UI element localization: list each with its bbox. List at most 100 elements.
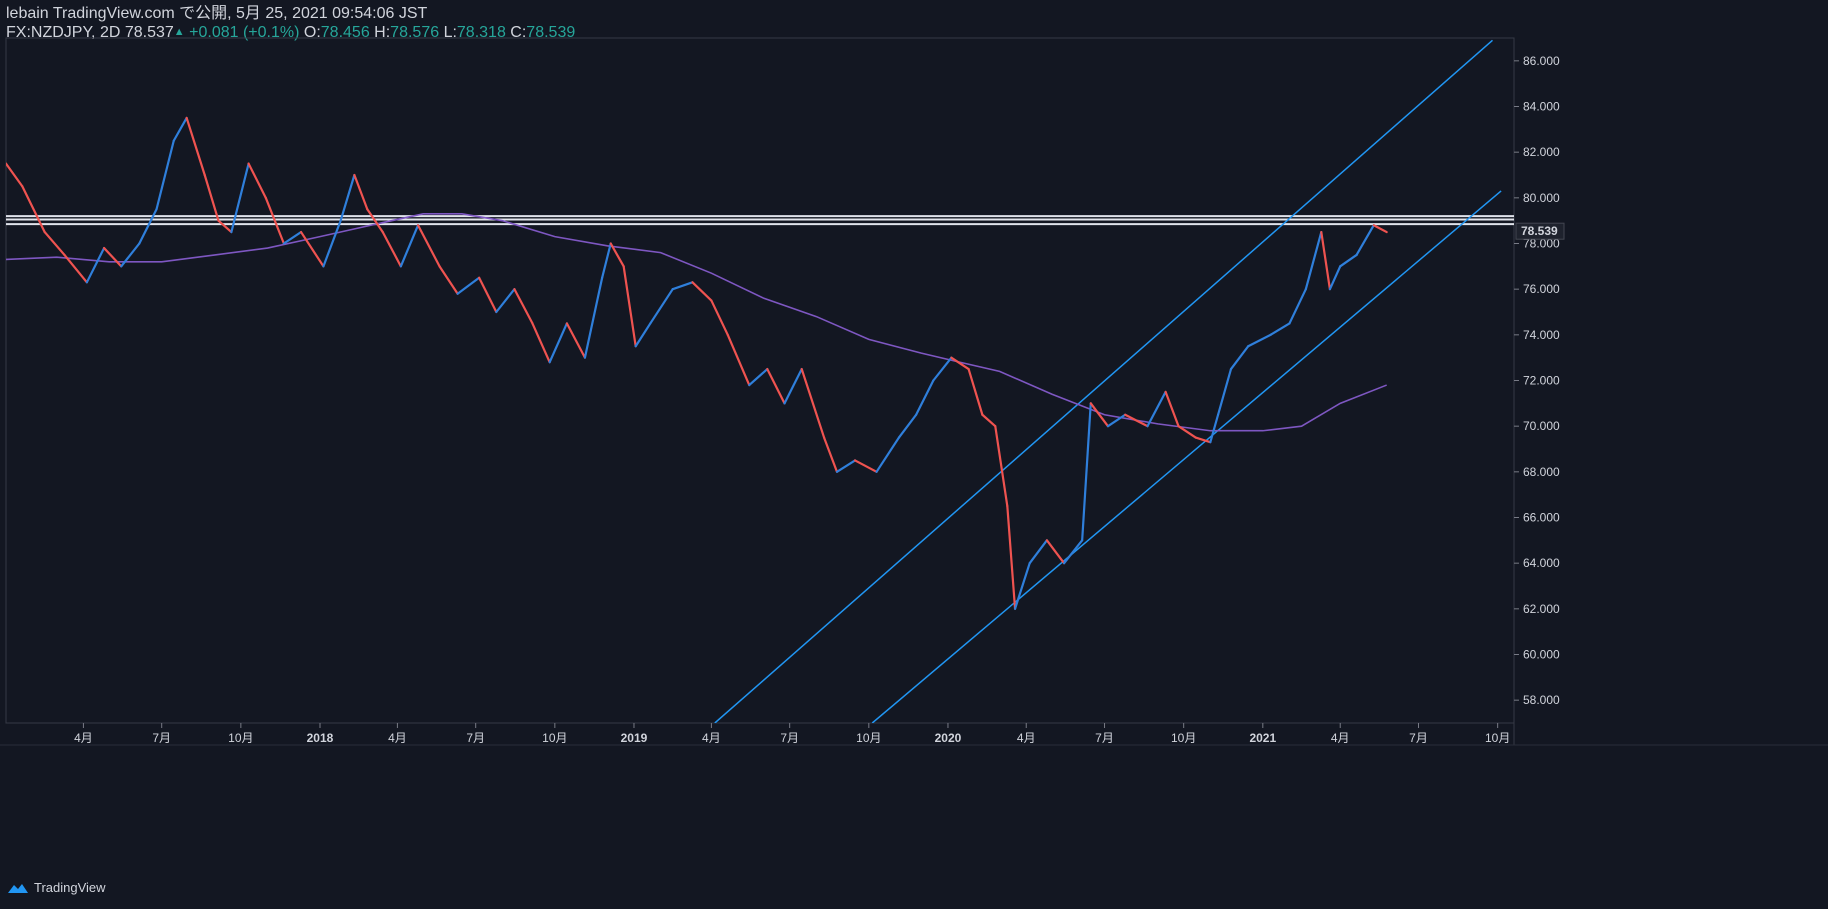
y-tick-label: 76.000 [1523, 282, 1560, 296]
x-tick-label: 10月 [1171, 731, 1196, 745]
x-tick-label: 2021 [1249, 731, 1276, 745]
price-segment-up [399, 224, 420, 268]
x-tick-label: 7月 [152, 731, 171, 745]
price-segment-up [1247, 333, 1272, 348]
price-segment-down [43, 230, 66, 257]
price-segment-down [800, 367, 826, 439]
price-segment-down [622, 265, 637, 348]
price-segment-down [185, 116, 206, 177]
y-tick-label: 84.000 [1523, 100, 1560, 114]
price-segment-down [726, 333, 751, 387]
price-segment-down [822, 436, 839, 473]
price-segment-down [1006, 504, 1017, 610]
x-tick-label: 7月 [1409, 731, 1428, 745]
moving-average-line [6, 213, 1387, 432]
price-segment-up [1013, 562, 1031, 610]
price-segment-up [932, 356, 953, 382]
x-tick-label: 10月 [228, 731, 253, 745]
price-segment-up [1328, 265, 1342, 291]
price-segment-down [1164, 390, 1180, 428]
price-segment-up [601, 242, 612, 279]
price-segment-up [583, 276, 604, 359]
price-segment-down [531, 322, 551, 364]
price-segment-up [495, 288, 516, 314]
x-tick-label: 4月 [74, 731, 93, 745]
price-chart[interactable]: 58.000 60.000 62.000 64.000 66.000 68.000 70.0… [0, 0, 1828, 909]
x-tick-label: 4月 [1331, 731, 1350, 745]
price-segment-down [691, 281, 713, 302]
y-tick-label: 62.000 [1523, 602, 1560, 616]
x-tick-label: 2019 [621, 731, 648, 745]
y-tick-label: 66.000 [1523, 511, 1560, 525]
price-segment-up [783, 367, 803, 405]
x-tick-label: 7月 [1095, 731, 1114, 745]
y-tick-label: 80.000 [1523, 191, 1560, 205]
price-segment-up [1339, 253, 1358, 268]
price-segment-up [1304, 230, 1323, 291]
price-segment-down [513, 288, 534, 325]
price-segment-down [967, 367, 984, 416]
y-tick-label: 82.000 [1523, 145, 1560, 159]
price-segment-up [120, 242, 141, 268]
price-segment-down [438, 265, 459, 295]
x-tick-label: 4月 [388, 731, 407, 745]
price-segment-down [1320, 230, 1332, 291]
price-segment-up [456, 276, 481, 295]
x-tick-label: 10月 [542, 731, 567, 745]
y-tick-label: 58.000 [1523, 693, 1560, 707]
price-segment-down [478, 276, 498, 314]
plot-area [6, 39, 1514, 723]
price-segment-up [649, 288, 674, 325]
price-segment-up [339, 173, 356, 222]
price-segment-up [1355, 224, 1375, 257]
price-segment-down [381, 230, 402, 268]
price-segment-up [1062, 539, 1084, 565]
price-segment-down [6, 162, 24, 188]
price-segment-up [1146, 390, 1167, 428]
price-segment-down [981, 413, 997, 428]
price-segment-down [853, 459, 878, 473]
x-tick-label: 4月 [702, 731, 721, 745]
price-segment-up [875, 436, 901, 473]
price-segment-down [994, 425, 1009, 508]
price-segment-down [416, 224, 441, 268]
price-segment-down [102, 246, 123, 268]
price-segment-up [671, 281, 694, 291]
price-segment-down [565, 322, 587, 359]
plot-frame [5, 37, 1515, 724]
price-segment-up [138, 208, 158, 245]
price-segment-up [634, 322, 652, 348]
y-tick-label: 86.000 [1523, 54, 1560, 68]
x-tick-label: 2018 [307, 731, 334, 745]
price-segment-up [835, 459, 857, 473]
price-segment-down [264, 196, 285, 245]
channel-line [714, 39, 1493, 723]
footer-brand[interactable]: TradingView [6, 880, 106, 895]
footer-brand-label: TradingView [34, 880, 106, 895]
price-segment-up [1269, 322, 1291, 336]
y-tick-label: 72.000 [1523, 374, 1560, 388]
y-tick-label: 64.000 [1523, 556, 1560, 570]
price-segment-up [548, 322, 568, 364]
price-segment-up [1216, 367, 1233, 416]
price-segment-up [172, 116, 188, 142]
x-tick-label: 2020 [935, 731, 962, 745]
y-tick-label: 68.000 [1523, 465, 1560, 479]
x-tick-label: 7月 [780, 731, 799, 745]
price-segment-up [230, 162, 250, 234]
channel-line [871, 190, 1502, 723]
x-tick-label: 4月 [1017, 731, 1036, 745]
y-tick-label: 70.000 [1523, 419, 1560, 433]
price-segment-down [217, 219, 233, 234]
price-segment-down [766, 367, 786, 405]
price-segment-up [1028, 539, 1048, 565]
price-segment-up [897, 413, 918, 439]
price-segment-up [748, 367, 769, 387]
tradingview-logo-icon [8, 883, 28, 893]
x-tick-label: 7月 [466, 731, 485, 745]
price-segment-down [710, 299, 729, 336]
price-segment-down [1372, 224, 1388, 234]
price-segment-up [1209, 413, 1220, 444]
price-segment-up [155, 139, 175, 211]
price-segment-up [1081, 402, 1092, 542]
